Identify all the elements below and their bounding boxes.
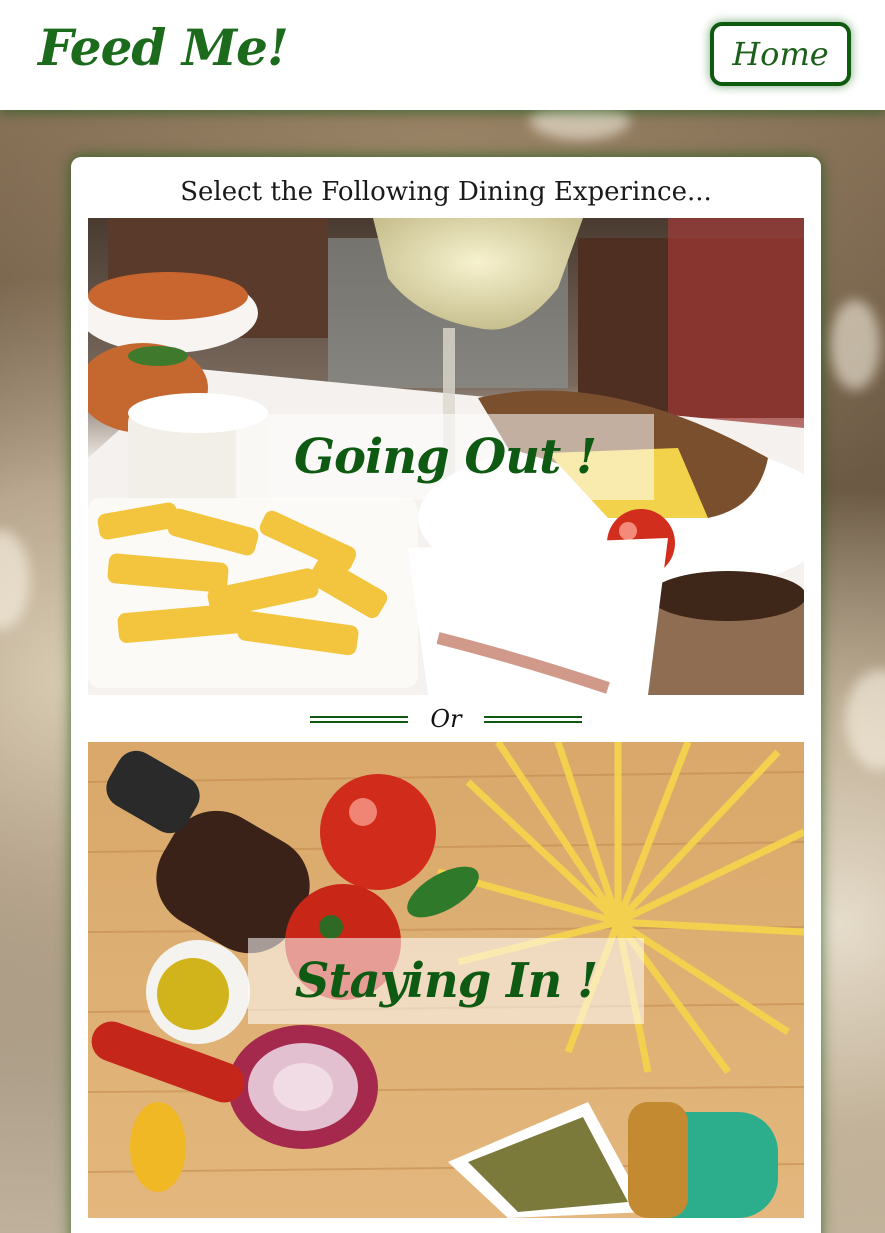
top-navbar: Feed Me! Home [0, 0, 885, 110]
or-label: Or [430, 705, 462, 733]
going-out-option[interactable]: Going Out ! [88, 218, 804, 695]
background-bokeh [845, 670, 885, 770]
staying-in-option[interactable]: Staying In ! [88, 742, 804, 1218]
page-title: Select the Following Dining Experince... [180, 177, 712, 207]
divider-rule-left [310, 715, 409, 723]
staying-in-label[interactable]: Staying In ! [248, 938, 644, 1024]
divider-rule-right [483, 715, 582, 723]
or-divider: Or [71, 701, 821, 737]
going-out-label[interactable]: Going Out ! [236, 414, 654, 500]
brand-logo[interactable]: Feed Me! [38, 18, 289, 77]
background-bokeh [830, 300, 880, 390]
background-bokeh [0, 530, 30, 630]
dining-selection-card: Select the Following Dining Experince... [71, 157, 821, 1233]
home-button[interactable]: Home [710, 22, 851, 86]
